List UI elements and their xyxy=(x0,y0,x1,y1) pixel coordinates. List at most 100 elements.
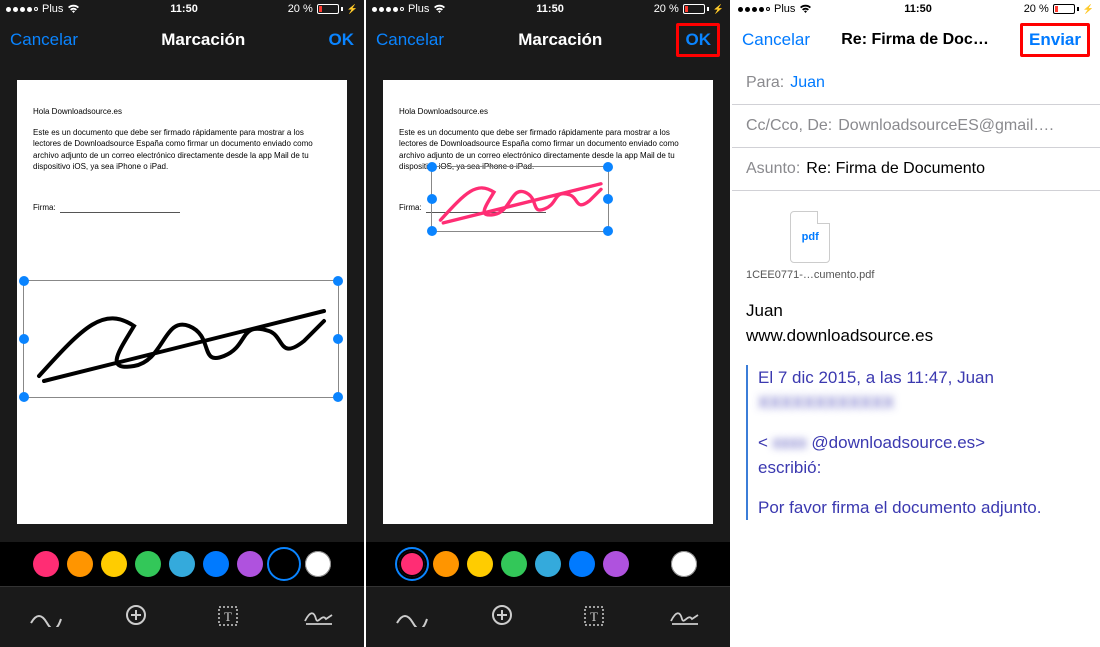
signature-name: Juan xyxy=(746,298,1086,324)
signal-dots-icon xyxy=(738,7,770,12)
cancel-button[interactable]: Cancelar xyxy=(10,30,78,50)
carrier-label: Plus xyxy=(408,3,429,15)
color-palette xyxy=(366,542,730,586)
clock: 11:50 xyxy=(170,3,198,15)
page-title: Marcación xyxy=(161,30,245,50)
color-swatch[interactable] xyxy=(569,551,595,577)
document-page: Hola Downloadsource.es Este es un docume… xyxy=(383,80,713,524)
color-swatch[interactable] xyxy=(399,551,425,577)
resize-handle[interactable] xyxy=(427,226,437,236)
mail-compose-screen: Plus 11:50 20 % ⚡ Cancelar Re: Firma de … xyxy=(732,0,1100,647)
ok-button[interactable]: OK xyxy=(328,30,354,50)
to-value: Juan xyxy=(790,74,825,92)
cancel-button[interactable]: Cancelar xyxy=(742,30,810,50)
color-swatch[interactable] xyxy=(671,551,697,577)
resize-handle[interactable] xyxy=(603,162,613,172)
carrier-label: Plus xyxy=(42,3,63,15)
subject-field[interactable]: Asunto: Re: Firma de Documento xyxy=(732,148,1100,191)
pdf-icon: pdf xyxy=(790,211,830,263)
document-page: Hola Downloadsource.es Este es un docume… xyxy=(17,80,347,524)
resize-handle[interactable] xyxy=(19,334,29,344)
attachment-name: 1CEE0771-…cumento.pdf xyxy=(746,267,874,284)
cc-label: Cc/Cco, De: xyxy=(746,117,832,135)
document-canvas[interactable]: Hola Downloadsource.es Este es un docume… xyxy=(0,62,364,542)
signature-url: www.downloadsource.es xyxy=(746,323,1086,349)
color-swatch[interactable] xyxy=(603,551,629,577)
cancel-button[interactable]: Cancelar xyxy=(376,30,444,50)
doc-body: Este es un documento que debe ser firmad… xyxy=(33,127,331,172)
magnify-icon[interactable] xyxy=(107,596,167,636)
color-swatch[interactable] xyxy=(535,551,561,577)
tool-bar: T xyxy=(0,586,364,644)
color-swatch[interactable] xyxy=(433,551,459,577)
pen-icon[interactable] xyxy=(382,596,442,636)
resize-handle[interactable] xyxy=(427,162,437,172)
clock: 11:50 xyxy=(904,3,932,15)
resize-handle[interactable] xyxy=(603,226,613,236)
battery-icon xyxy=(1053,4,1079,14)
color-swatch[interactable] xyxy=(135,551,161,577)
document-canvas[interactable]: Hola Downloadsource.es Este es un docume… xyxy=(366,62,730,542)
color-swatch[interactable] xyxy=(467,551,493,577)
page-title: Re: Firma de Doc… xyxy=(841,31,989,49)
battery-icon xyxy=(317,4,343,14)
markup-screen-1: Plus 11:50 20 % ⚡ Cancelar Marcación OK … xyxy=(0,0,366,647)
clock: 11:50 xyxy=(536,3,564,15)
resize-handle[interactable] xyxy=(333,334,343,344)
text-icon[interactable]: T xyxy=(564,596,624,636)
signature-icon[interactable] xyxy=(655,596,715,636)
signature-selection[interactable] xyxy=(23,280,339,398)
status-bar: Plus 11:50 20 % ⚡ xyxy=(0,0,364,18)
nav-bar: Cancelar Re: Firma de Doc… Enviar xyxy=(732,18,1100,62)
charging-icon: ⚡ xyxy=(347,4,358,15)
quote-body: Por favor firma el documento adjunto. xyxy=(758,495,1086,521)
resize-handle[interactable] xyxy=(603,194,613,204)
color-swatch[interactable] xyxy=(637,551,663,577)
battery-percent: 20 % xyxy=(654,3,679,15)
page-title: Marcación xyxy=(518,30,602,50)
resize-handle[interactable] xyxy=(19,392,29,402)
markup-screen-2: Plus 11:50 20 % ⚡ Cancelar Marcación OK xyxy=(366,0,732,647)
charging-icon: ⚡ xyxy=(713,4,724,15)
quote-header: El 7 dic 2015, a las 11:47, Juan xyxy=(758,368,994,387)
attachment[interactable]: pdf 1CEE0771-…cumento.pdf xyxy=(746,211,874,284)
quote-redacted: XXXXXXXXXXXX xyxy=(758,393,894,412)
color-swatch[interactable] xyxy=(101,551,127,577)
send-button[interactable]: Enviar xyxy=(1029,30,1081,50)
signal-dots-icon xyxy=(6,7,38,12)
resize-handle[interactable] xyxy=(19,276,29,286)
color-swatch[interactable] xyxy=(169,551,195,577)
mail-body[interactable]: pdf 1CEE0771-…cumento.pdf Juan www.downl… xyxy=(732,191,1100,554)
quote-redacted: xxxx xyxy=(773,433,807,452)
color-swatch[interactable] xyxy=(305,551,331,577)
color-swatch[interactable] xyxy=(203,551,229,577)
wifi-icon xyxy=(433,4,446,14)
wifi-icon xyxy=(67,4,80,14)
cc-value: DownloadsourceES@gmail…. xyxy=(838,117,1053,135)
cc-field[interactable]: Cc/Cco, De: DownloadsourceES@gmail…. xyxy=(732,105,1100,148)
to-field[interactable]: Para: Juan xyxy=(732,62,1100,105)
resize-handle[interactable] xyxy=(427,194,437,204)
pen-icon[interactable] xyxy=(16,596,76,636)
subject-value: Re: Firma de Documento xyxy=(806,160,985,178)
signature-selection[interactable] xyxy=(431,166,609,232)
color-swatch[interactable] xyxy=(237,551,263,577)
color-swatch[interactable] xyxy=(33,551,59,577)
color-swatch[interactable] xyxy=(67,551,93,577)
resize-handle[interactable] xyxy=(333,276,343,286)
carrier-label: Plus xyxy=(774,3,795,15)
text-icon[interactable]: T xyxy=(198,596,258,636)
signature-icon[interactable] xyxy=(289,596,349,636)
ok-button[interactable]: OK xyxy=(685,30,711,50)
signature-line: Firma: xyxy=(33,202,331,213)
tool-bar: T xyxy=(366,586,730,644)
color-swatch[interactable] xyxy=(271,551,297,577)
quoted-reply: El 7 dic 2015, a las 11:47, Juan XXXXXXX… xyxy=(746,365,1086,521)
color-swatch[interactable] xyxy=(501,551,527,577)
svg-text:T: T xyxy=(224,609,232,624)
resize-handle[interactable] xyxy=(333,392,343,402)
highlight-ok: OK xyxy=(676,23,720,57)
signature-drawing xyxy=(432,167,610,233)
magnify-icon[interactable] xyxy=(473,596,533,636)
color-palette xyxy=(0,542,364,586)
